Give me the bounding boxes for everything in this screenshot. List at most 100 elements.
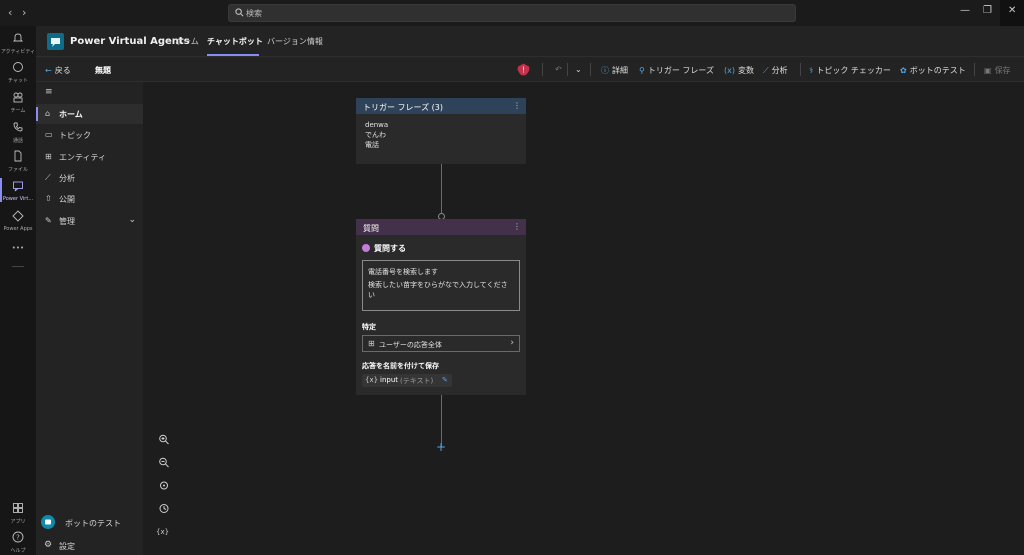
tab-active-indicator bbox=[207, 54, 259, 56]
zoom-in-icon[interactable] bbox=[158, 434, 170, 445]
topics-icon: ▭ bbox=[45, 130, 53, 139]
details-label: 詳細 bbox=[612, 66, 628, 75]
save-response-label: 応答を名前を付けて保存 bbox=[362, 362, 439, 370]
toolbar-divider bbox=[567, 63, 568, 76]
chart-icon: ⟋ bbox=[763, 66, 769, 75]
rail-item-activity[interactable]: アクティビティ bbox=[0, 32, 36, 55]
variables-button[interactable]: (x) 変数 bbox=[724, 65, 754, 76]
forward-nav-icon[interactable]: › bbox=[22, 6, 26, 19]
bot-avatar-icon bbox=[41, 515, 55, 529]
trigger-phrase: denwa bbox=[365, 121, 389, 129]
trigger-phrases-node[interactable]: トリガー フレーズ (3) ⋮ denwa でんわ 電話 bbox=[356, 98, 526, 164]
sidebar-item-home[interactable]: ⌂ ホーム bbox=[36, 104, 143, 124]
connector-line bbox=[441, 164, 442, 216]
identify-select[interactable]: ⊞ ユーザーの応答全体 › bbox=[362, 335, 520, 352]
toolbar-divider bbox=[974, 63, 975, 76]
identify-value: ユーザーの応答全体 bbox=[379, 341, 442, 349]
help-icon: ? bbox=[12, 531, 24, 543]
minimize-button[interactable]: — bbox=[960, 5, 970, 16]
trigger-node-header: トリガー フレーズ (3) ⋮ bbox=[356, 98, 526, 114]
add-node-button[interactable]: + bbox=[436, 440, 446, 454]
sidebar-test-bot[interactable]: ボットのテスト bbox=[36, 514, 143, 534]
sidebar-item-label: トピック bbox=[59, 131, 91, 140]
powerapps-icon bbox=[12, 210, 24, 222]
trigger-phrases-button[interactable]: ⚲ トリガー フレーズ bbox=[639, 65, 714, 76]
rail-item-power-virtual-agents[interactable]: Power Virt... bbox=[0, 180, 36, 202]
more-options-icon[interactable]: ⋮ bbox=[513, 222, 521, 231]
history-icon[interactable] bbox=[158, 503, 170, 514]
recenter-icon[interactable] bbox=[158, 480, 170, 491]
rail-item-power-apps[interactable]: Power Apps bbox=[0, 210, 36, 232]
toolbar-divider bbox=[542, 63, 543, 76]
chart-icon: ⟋ bbox=[45, 173, 51, 182]
zoom-out-icon[interactable] bbox=[158, 457, 170, 468]
chevron-down-icon: ⌄ bbox=[128, 215, 136, 225]
analytics-label: 分析 bbox=[771, 66, 788, 75]
sidebar-item-entities[interactable]: ⊞ エンティティ bbox=[36, 147, 143, 167]
rail-item-chat[interactable]: チャット bbox=[0, 61, 36, 84]
message-line: 検索したい苗字をひらがなで入力してください bbox=[368, 281, 508, 299]
hamburger-icon[interactable]: ≡ bbox=[45, 87, 53, 97]
question-message-editor[interactable]: 電話番号を検索します 検索したい苗字をひらがなで入力してください bbox=[362, 260, 520, 311]
pva-icon bbox=[13, 181, 23, 192]
sidebar-item-label: 管理 bbox=[59, 217, 75, 226]
test-bot-button[interactable]: ✿ ボットのテスト bbox=[900, 65, 966, 76]
chevron-down-icon[interactable]: ⌄ bbox=[575, 65, 582, 74]
topic-toolbar: ← 戻る 無題 ! ↶ ⌄ ⓘ 詳細 ⚲ トリガー フレーズ (x) 変数 ⟋ 分析 ⚕ ト… bbox=[36, 57, 1024, 82]
rail-item-help[interactable]: ? ヘルプ bbox=[0, 531, 36, 554]
rail-item-calls[interactable]: 通話 bbox=[0, 121, 36, 144]
search-input[interactable]: 検索 bbox=[228, 4, 796, 22]
file-icon bbox=[14, 150, 22, 162]
sidebar-item-label: 分析 bbox=[59, 174, 75, 183]
info-icon: ⓘ bbox=[601, 66, 609, 75]
save-button[interactable]: ▣ 保存 bbox=[984, 65, 1011, 76]
tab-chatbot[interactable]: チャットボット bbox=[207, 36, 263, 47]
trigger-phrase-list: denwa でんわ 電話 bbox=[356, 114, 526, 156]
rail-divider bbox=[12, 266, 24, 267]
details-button[interactable]: ⓘ 詳細 bbox=[601, 65, 628, 76]
back-button[interactable]: ← 戻る bbox=[45, 65, 71, 76]
authoring-canvas[interactable]: + トリガー フレーズ (3) ⋮ denwa でんわ 電話 質問 ⋮ 質問する… bbox=[143, 82, 1024, 555]
rail-item-apps[interactable]: アプリ bbox=[0, 502, 36, 525]
topic-checker-label: トピック チェッカー bbox=[816, 66, 891, 75]
ask-question-title: 質問する bbox=[362, 243, 406, 254]
rail-label: 通話 bbox=[12, 138, 23, 144]
variables-label: 変数 bbox=[737, 66, 754, 75]
tab-home[interactable]: ホーム bbox=[175, 36, 199, 47]
sidebar-item-topics[interactable]: ▭ トピック bbox=[36, 125, 143, 145]
sidebar-item-manage[interactable]: ✎ 管理 ⌄ bbox=[36, 211, 143, 231]
rail-item-more[interactable]: ••• bbox=[0, 242, 36, 252]
error-icon[interactable]: ! bbox=[517, 63, 530, 76]
variable-type: (テキスト) bbox=[400, 377, 434, 385]
sidebar-item-publish[interactable]: ⇧ 公開 bbox=[36, 189, 143, 209]
question-node[interactable]: 質問 ⋮ 質問する 電話番号を検索します 検索したい苗字をひらがなで入力してくだ… bbox=[356, 219, 526, 395]
pencil-icon[interactable]: ✎ bbox=[442, 376, 448, 384]
topic-checker-button[interactable]: ⚕ トピック チェッカー bbox=[809, 65, 891, 76]
rail-label: アクティビティ bbox=[0, 49, 36, 55]
analytics-button[interactable]: ⟋ 分析 bbox=[763, 65, 788, 76]
back-nav-icon[interactable]: ‹ bbox=[8, 6, 12, 19]
rail-item-files[interactable]: ファイル bbox=[0, 150, 36, 173]
maximize-button[interactable]: ❐ bbox=[983, 5, 992, 16]
sidebar-item-label: エンティティ bbox=[59, 153, 107, 162]
rail-item-teams[interactable]: チーム bbox=[0, 91, 36, 114]
more-options-icon[interactable]: ⋮ bbox=[513, 101, 521, 110]
home-icon: ⌂ bbox=[45, 109, 51, 118]
close-button[interactable]: ✕ bbox=[1008, 5, 1016, 16]
tab-about[interactable]: バージョン情報 bbox=[267, 36, 323, 47]
variables-icon[interactable]: {x} bbox=[156, 528, 169, 536]
sidebar-item-analytics[interactable]: ⟋ 分析 bbox=[36, 168, 143, 188]
sidebar-settings[interactable]: ⚙ 設定 bbox=[36, 538, 143, 554]
identify-label: 特定 bbox=[362, 323, 376, 331]
variable-chip[interactable]: {x} input (テキスト) ✎ bbox=[362, 374, 452, 387]
rail-label: Power Virt... bbox=[2, 196, 34, 202]
rail-label: アプリ bbox=[10, 519, 26, 525]
undo-icon[interactable]: ↶ bbox=[555, 65, 562, 74]
topic-name[interactable]: 無題 bbox=[95, 65, 111, 76]
save-icon: ▣ bbox=[984, 66, 992, 75]
svg-text:?: ? bbox=[16, 534, 20, 542]
variables-icon: (x) bbox=[724, 66, 735, 75]
entity-icon: ⊞ bbox=[368, 339, 375, 348]
upload-icon: ⇧ bbox=[45, 194, 52, 203]
phone-icon bbox=[13, 122, 23, 132]
